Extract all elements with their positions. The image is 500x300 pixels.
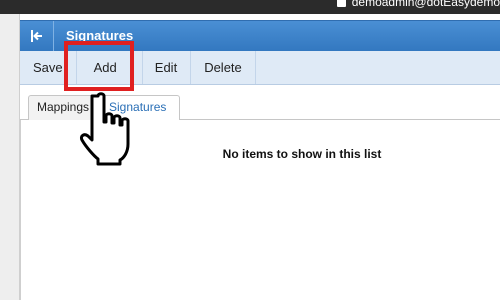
collapse-left-icon: [30, 30, 42, 42]
hand-pointer-icon: [80, 92, 130, 166]
add-button-highlight: [64, 41, 134, 91]
delete-button[interactable]: Delete: [191, 51, 256, 84]
collapse-panel-button[interactable]: [20, 21, 54, 51]
user-icon: [336, 0, 346, 7]
left-panel: [0, 14, 20, 300]
user-name: demoadmin@dotEasydemo: [351, 0, 500, 9]
edit-button[interactable]: Edit: [143, 51, 192, 84]
user-menu[interactable]: demoadmin@dotEasydemo: [336, 0, 500, 9]
top-bar: demoadmin@dotEasydemo: [0, 0, 500, 14]
